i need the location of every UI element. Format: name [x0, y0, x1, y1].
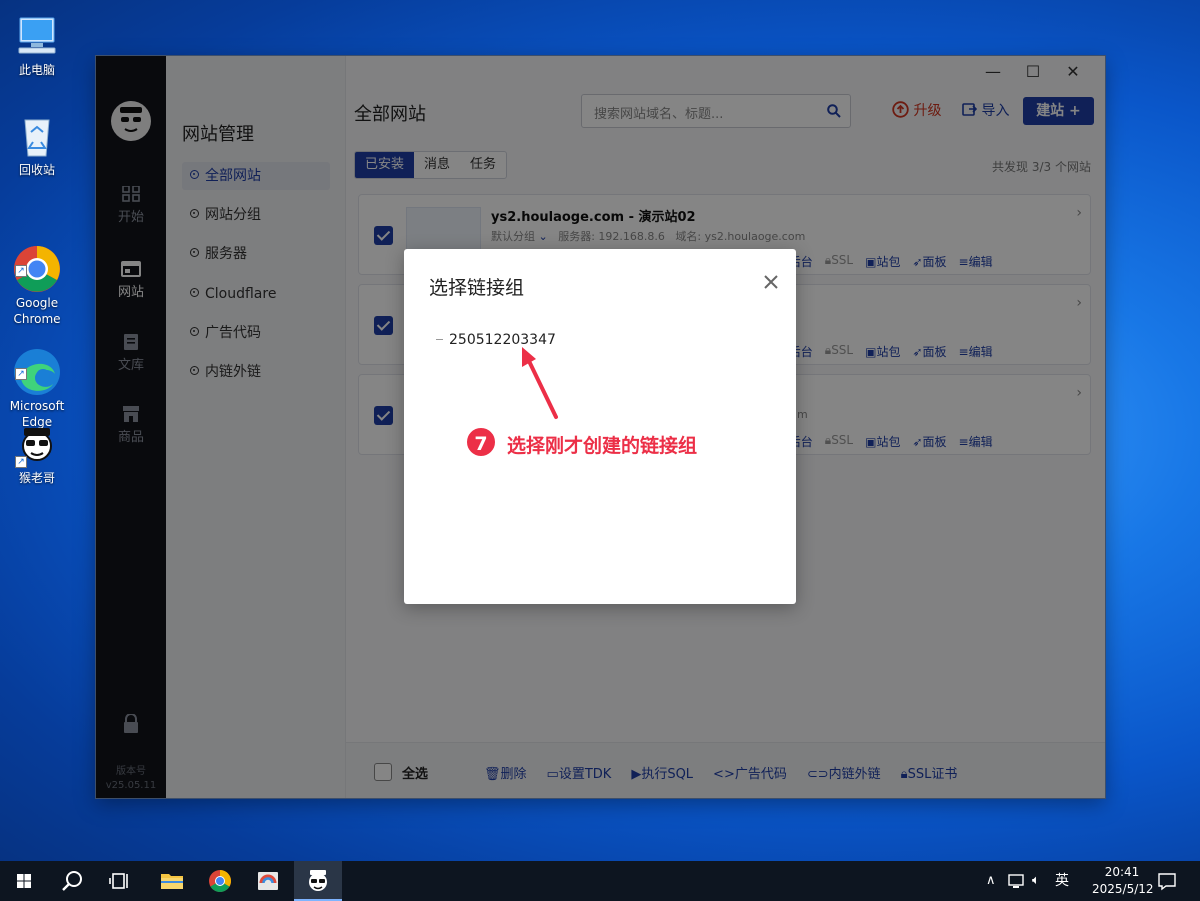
search-button[interactable]: [48, 861, 96, 901]
task-view-icon: [109, 873, 128, 889]
window-app-icon: [258, 872, 278, 890]
clock-time: 20:41: [1104, 865, 1140, 879]
chrome-icon: ↗: [13, 229, 61, 292]
taskbar-app[interactable]: [244, 861, 292, 901]
desktop-icon-chrome[interactable]: ↗ Google Chrome: [5, 213, 69, 327]
search-icon: [62, 871, 82, 891]
clock[interactable]: 20:41 2025/5/12: [1092, 864, 1154, 898]
volume-icon[interactable]: 🔈︎: [1032, 861, 1040, 901]
desktop-icon-label: 回收站: [18, 163, 55, 177]
shortcut-arrow-icon: ↗: [15, 456, 27, 468]
taskbar-file-explorer[interactable]: [148, 861, 196, 901]
annotation-arrow-icon: [522, 347, 558, 419]
taskbar-chrome[interactable]: [196, 861, 244, 901]
clock-date: 2025/5/12: [1092, 882, 1154, 896]
task-view-button[interactable]: [96, 861, 144, 901]
close-icon[interactable]: [762, 273, 780, 291]
desktop-icon-recycle-bin[interactable]: 回收站: [5, 112, 69, 178]
desktop-icon-houlaoge[interactable]: ↗ 猴老哥: [5, 420, 69, 486]
select-link-group-dialog: 选择链接组 250512203347: [404, 249, 796, 604]
taskbar: ∧ 🔈︎ 英 20:41 2025/5/12: [0, 861, 1200, 901]
show-hidden-icons[interactable]: ∧: [986, 861, 996, 901]
step-badge: 7: [465, 426, 497, 458]
chrome-icon: [209, 870, 231, 892]
network-icon[interactable]: [1008, 861, 1024, 901]
folder-icon: [161, 874, 183, 889]
windows-logo-icon: [17, 874, 31, 888]
dialog-title: 选择链接组: [429, 277, 525, 299]
annotation-text: 选择刚才创建的链接组: [507, 435, 698, 457]
monkey-logo-icon: ↗: [13, 420, 61, 468]
notification-icon[interactable]: [1158, 861, 1176, 901]
monkey-logo-icon: [309, 870, 327, 891]
edge-icon: ↗: [13, 332, 61, 395]
taskbar-houlaoge[interactable]: [294, 861, 342, 901]
computer-icon: [13, 12, 61, 60]
shortcut-arrow-icon: ↗: [15, 265, 27, 277]
tree-collapse-icon: [436, 339, 443, 340]
ime-indicator[interactable]: 英: [1055, 861, 1069, 901]
shortcut-arrow-icon: ↗: [15, 368, 27, 380]
recycle-bin-icon: [13, 112, 61, 160]
desktop-icon-label: 此电脑: [18, 63, 55, 77]
desktop-icon-label: 猴老哥: [18, 471, 55, 485]
start-button[interactable]: [0, 861, 48, 901]
desktop-icon-edge[interactable]: ↗ Microsoft Edge: [5, 316, 69, 430]
desktop-icon-this-pc[interactable]: 此电脑: [5, 12, 69, 78]
